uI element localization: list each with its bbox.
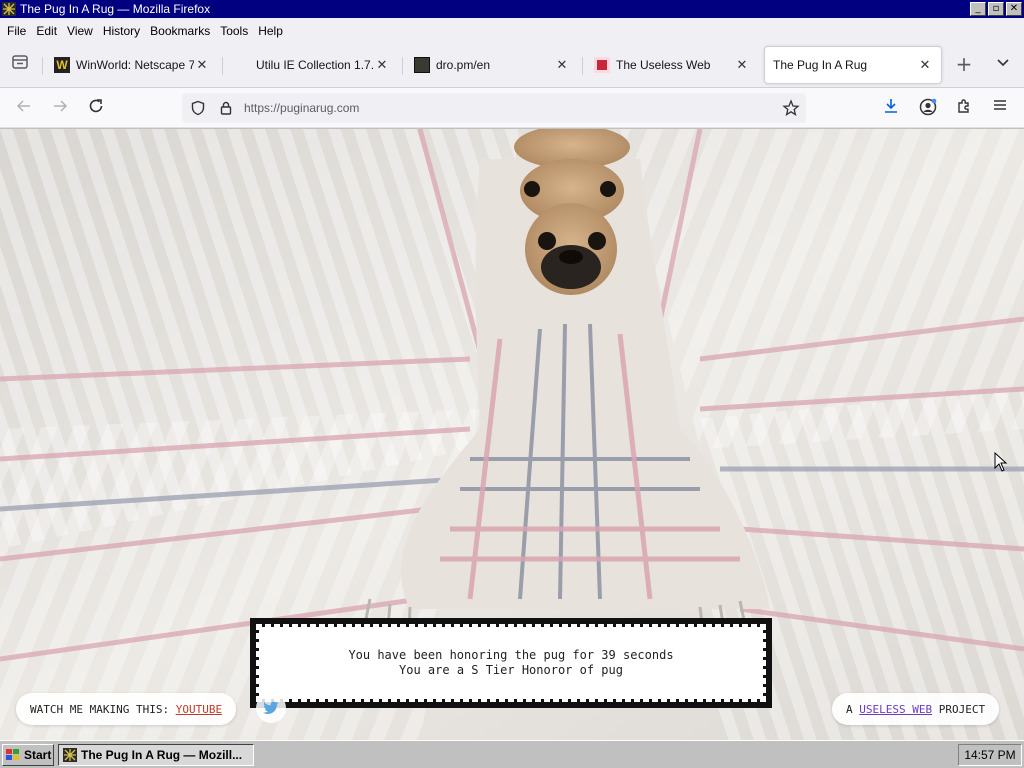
- window-title: The Pug In A Rug — Mozilla Firefox: [20, 2, 211, 16]
- extensions-icon[interactable]: [953, 97, 975, 119]
- useless-web-link[interactable]: USELESS WEB: [859, 703, 932, 716]
- useless-web-icon: [594, 57, 610, 73]
- menu-edit[interactable]: Edit: [31, 24, 62, 38]
- close-tab-icon[interactable]: ✕: [374, 57, 390, 73]
- close-tab-icon[interactable]: ✕: [554, 57, 570, 73]
- tracking-protection-shield-icon[interactable]: [190, 100, 206, 116]
- close-tab-icon[interactable]: ✕: [917, 57, 933, 73]
- watch-prefix-text: WATCH ME MAKING THIS:: [30, 702, 176, 716]
- menu-history[interactable]: History: [98, 24, 145, 38]
- start-button[interactable]: Start: [2, 743, 54, 766]
- minimize-button[interactable]: _: [970, 2, 986, 16]
- close-tab-icon[interactable]: ✕: [194, 57, 210, 73]
- bookmark-star-icon[interactable]: [782, 99, 800, 117]
- taskbar: Start The Pug In A Rug — Mozill... 14:57…: [0, 740, 1024, 768]
- useless-web-project-pill: A USELESS WEB PROJECT: [832, 693, 1000, 725]
- windows-logo-icon: [6, 748, 19, 760]
- lock-icon[interactable]: [218, 100, 234, 116]
- tab-dro[interactable]: dro.pm/en ✕: [406, 46, 578, 84]
- close-tab-icon[interactable]: ✕: [734, 57, 750, 73]
- taskbar-firefox-window[interactable]: The Pug In A Rug — Mozill...: [58, 743, 254, 766]
- tab-strip: W WinWorld: Netscape 7.2 ( ✕ Utilu IE Co…: [0, 43, 1024, 88]
- page-content: You have been honoring the pug for 39 se…: [0, 129, 1024, 740]
- tab-label: Utilu IE Collection 1.7.2.1 (: [256, 58, 374, 72]
- list-all-tabs-icon[interactable]: [992, 53, 1014, 75]
- mouse-pointer-icon: [994, 452, 1008, 472]
- url-text[interactable]: https://puginarug.com: [244, 101, 359, 115]
- address-bar[interactable]: https://puginarug.com: [182, 93, 806, 123]
- close-window-button[interactable]: ✕: [1006, 2, 1022, 16]
- clock-text: 14:57 PM: [964, 748, 1016, 762]
- twitter-button[interactable]: [256, 693, 286, 723]
- tab-useless-web[interactable]: The Useless Web ✕: [586, 46, 758, 84]
- account-icon[interactable]: [917, 97, 939, 119]
- back-icon[interactable]: [13, 97, 35, 119]
- app-menu-icon[interactable]: [989, 97, 1011, 119]
- tab-label: The Pug In A Rug: [773, 58, 868, 72]
- start-label: Start: [24, 747, 52, 762]
- honor-tier-text: You are a S Tier Honoror of pug: [399, 663, 623, 677]
- firefox-app-icon: [2, 2, 16, 16]
- twitter-bird-icon: [263, 701, 279, 714]
- tab-pug-in-a-rug[interactable]: The Pug In A Rug ✕: [764, 46, 942, 84]
- useless-web-prefix: A: [846, 702, 860, 716]
- youtube-link[interactable]: YOUTUBE: [176, 703, 222, 716]
- menu-tools[interactable]: Tools: [215, 24, 253, 38]
- honor-timer-box: You have been honoring the pug for 39 se…: [250, 618, 772, 708]
- reload-icon[interactable]: [85, 97, 107, 119]
- menu-view[interactable]: View: [62, 24, 98, 38]
- menu-file[interactable]: File: [2, 24, 31, 38]
- tab-label: dro.pm/en: [436, 58, 491, 72]
- firefox-view-icon[interactable]: [9, 53, 31, 75]
- honor-duration-text: You have been honoring the pug for 39 se…: [348, 648, 674, 662]
- new-tab-icon[interactable]: +: [953, 53, 975, 75]
- tab-label: The Useless Web: [616, 58, 711, 72]
- watch-me-making-this-pill: WATCH ME MAKING THIS: YOUTUBE: [16, 693, 237, 725]
- downloads-icon[interactable]: [880, 97, 902, 119]
- menu-bar: File Edit View History Bookmarks Tools H…: [0, 18, 1024, 43]
- tab-winworld[interactable]: W WinWorld: Netscape 7.2 ( ✕: [46, 46, 218, 84]
- navigation-bar: https://puginarug.com: [0, 88, 1024, 128]
- tab-utilu[interactable]: Utilu IE Collection 1.7.2.1 ( ✕: [226, 46, 398, 84]
- window-titlebar: The Pug In A Rug — Mozilla Firefox _ ▫ ✕: [0, 0, 1024, 18]
- winworld-icon: W: [54, 57, 70, 73]
- forward-icon[interactable]: [49, 97, 71, 119]
- menu-help[interactable]: Help: [253, 24, 288, 38]
- firefox-task-icon: [63, 747, 77, 762]
- tab-label: WinWorld: Netscape 7.2 (: [76, 58, 194, 72]
- system-tray-clock[interactable]: 14:57 PM: [958, 744, 1022, 766]
- menu-bookmarks[interactable]: Bookmarks: [145, 24, 215, 38]
- task-label: The Pug In A Rug — Mozill...: [81, 747, 243, 762]
- dro-icon: [414, 57, 430, 73]
- useless-web-suffix: PROJECT: [932, 702, 986, 716]
- restore-button[interactable]: ▫: [988, 2, 1004, 16]
